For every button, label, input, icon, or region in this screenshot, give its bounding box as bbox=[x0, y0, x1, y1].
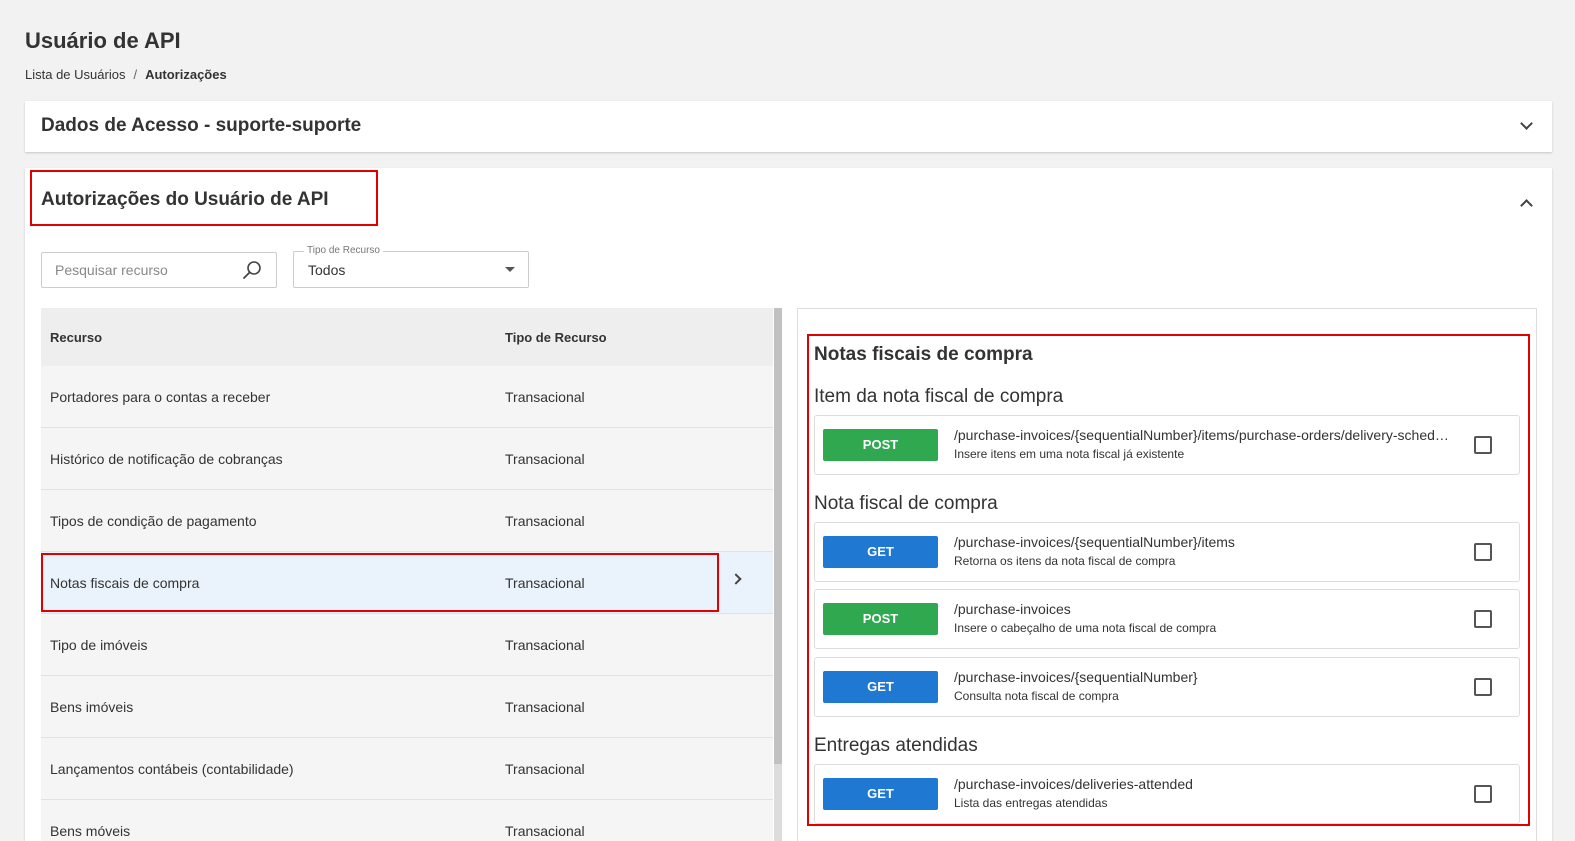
endpoint-path: /purchase-invoices/{sequentialNumber}/it… bbox=[954, 427, 1454, 443]
authorizations-panel: Autorizações do Usuário de API Tipo de R… bbox=[25, 168, 1552, 841]
access-data-title: Dados de Acesso - suporte-suporte bbox=[41, 115, 362, 136]
row-resource: Histórico de notificação de cobranças bbox=[50, 451, 283, 467]
table-row-selected[interactable]: Notas fiscais de compra Transacional bbox=[41, 552, 773, 614]
endpoint-path: /purchase-invoices bbox=[954, 601, 1071, 617]
row-resource: Lançamentos contábeis (contabilidade) bbox=[50, 761, 294, 777]
row-resource: Bens imóveis bbox=[50, 699, 134, 715]
header-resource: Recurso bbox=[50, 330, 103, 345]
dropdown-arrow-icon bbox=[505, 267, 515, 272]
endpoint-checkbox[interactable] bbox=[1474, 436, 1492, 454]
chevron-down-icon[interactable] bbox=[1520, 117, 1533, 130]
breadcrumb: Lista de Usuários / Autorizações bbox=[25, 67, 227, 82]
table-row[interactable]: Lançamentos contábeis (contabilidade) Tr… bbox=[41, 738, 773, 800]
endpoint-checkbox[interactable] bbox=[1474, 785, 1492, 803]
search-input[interactable] bbox=[42, 253, 237, 287]
endpoint-description: Lista das entregas atendidas bbox=[954, 796, 1108, 810]
chevron-right-icon[interactable] bbox=[730, 573, 742, 585]
row-type: Transacional bbox=[505, 761, 585, 777]
resource-type-value: Todos bbox=[308, 262, 346, 278]
resource-type-label: Tipo de Recurso bbox=[304, 245, 383, 256]
detail-title: Notas fiscais de compra bbox=[814, 344, 1033, 365]
authorizations-title[interactable]: Autorizações do Usuário de API bbox=[41, 189, 329, 211]
endpoint-row: POST /purchase-invoices/{sequentialNumbe… bbox=[814, 415, 1520, 475]
breadcrumb-current: Autorizações bbox=[145, 67, 227, 82]
endpoint-description: Consulta nota fiscal de compra bbox=[954, 689, 1119, 703]
table-row[interactable]: Tipos de condição de pagamento Transacio… bbox=[41, 490, 773, 552]
method-badge-post: POST bbox=[823, 429, 938, 461]
row-type: Transacional bbox=[505, 823, 585, 839]
row-type: Transacional bbox=[505, 575, 585, 591]
resources-table: Recurso Tipo de Recurso Portadores para … bbox=[41, 308, 773, 841]
header-resource-type: Tipo de Recurso bbox=[505, 330, 607, 345]
endpoint-path: /purchase-invoices/{sequentialNumber} bbox=[954, 669, 1198, 685]
endpoint-row: GET /purchase-invoices/{sequentialNumber… bbox=[814, 657, 1520, 717]
table-header: Recurso Tipo de Recurso bbox=[41, 308, 773, 366]
method-badge-get: GET bbox=[823, 778, 938, 810]
row-resource: Tipos de condição de pagamento bbox=[50, 513, 257, 529]
scrollbar-thumb[interactable] bbox=[774, 308, 782, 764]
endpoint-checkbox[interactable] bbox=[1474, 610, 1492, 628]
table-row[interactable]: Bens móveis Transacional bbox=[41, 800, 773, 841]
row-type: Transacional bbox=[505, 699, 585, 715]
method-badge-post: POST bbox=[823, 603, 938, 635]
table-scrollbar[interactable] bbox=[774, 308, 782, 841]
row-resource: Portadores para o contas a receber bbox=[50, 389, 271, 405]
row-resource: Notas fiscais de compra bbox=[50, 575, 200, 591]
endpoint-description: Retorna os itens da nota fiscal de compr… bbox=[954, 554, 1176, 568]
endpoint-description: Insere itens em uma nota fiscal já exist… bbox=[954, 447, 1185, 461]
row-resource: Bens móveis bbox=[50, 823, 131, 839]
endpoint-row: POST /purchase-invoices Insere o cabeçal… bbox=[814, 589, 1520, 649]
table-row[interactable]: Portadores para o contas a receber Trans… bbox=[41, 366, 773, 428]
chevron-up-icon[interactable] bbox=[1520, 199, 1533, 212]
row-resource: Tipo de imóveis bbox=[50, 637, 148, 653]
row-type: Transacional bbox=[505, 637, 585, 653]
table-row[interactable]: Histórico de notificação de cobranças Tr… bbox=[41, 428, 773, 490]
row-type: Transacional bbox=[505, 451, 585, 467]
method-badge-get: GET bbox=[823, 536, 938, 568]
search-field[interactable] bbox=[41, 252, 277, 288]
resource-type-select[interactable]: Tipo de Recurso Todos bbox=[293, 245, 529, 288]
endpoint-path: /purchase-invoices/deliveries-attended bbox=[954, 776, 1193, 792]
page-title: Usuário de API bbox=[25, 28, 181, 53]
row-type: Transacional bbox=[505, 513, 585, 529]
endpoint-row: GET /purchase-invoices/deliveries-attend… bbox=[814, 764, 1520, 824]
search-icon[interactable] bbox=[242, 260, 262, 280]
section-title: Entregas atendidas bbox=[814, 735, 978, 756]
section-title: Item da nota fiscal de compra bbox=[814, 386, 1064, 407]
breadcrumb-separator: / bbox=[133, 67, 138, 82]
section-title: Nota fiscal de compra bbox=[814, 493, 998, 514]
table-row[interactable]: Tipo de imóveis Transacional bbox=[41, 614, 773, 676]
endpoint-description: Insere o cabeçalho de uma nota fiscal de… bbox=[954, 621, 1217, 635]
method-badge-get: GET bbox=[823, 671, 938, 703]
endpoint-row: GET /purchase-invoices/{sequentialNumber… bbox=[814, 522, 1520, 582]
row-type: Transacional bbox=[505, 389, 585, 405]
endpoint-checkbox[interactable] bbox=[1474, 543, 1492, 561]
access-data-panel[interactable]: Dados de Acesso - suporte-suporte bbox=[25, 101, 1552, 152]
endpoint-path: /purchase-invoices/{sequentialNumber}/it… bbox=[954, 534, 1235, 550]
table-row[interactable]: Bens imóveis Transacional bbox=[41, 676, 773, 738]
resource-detail-panel: Notas fiscais de compra Item da nota fis… bbox=[797, 308, 1537, 841]
breadcrumb-parent-link[interactable]: Lista de Usuários bbox=[25, 67, 125, 82]
endpoint-checkbox[interactable] bbox=[1474, 678, 1492, 696]
